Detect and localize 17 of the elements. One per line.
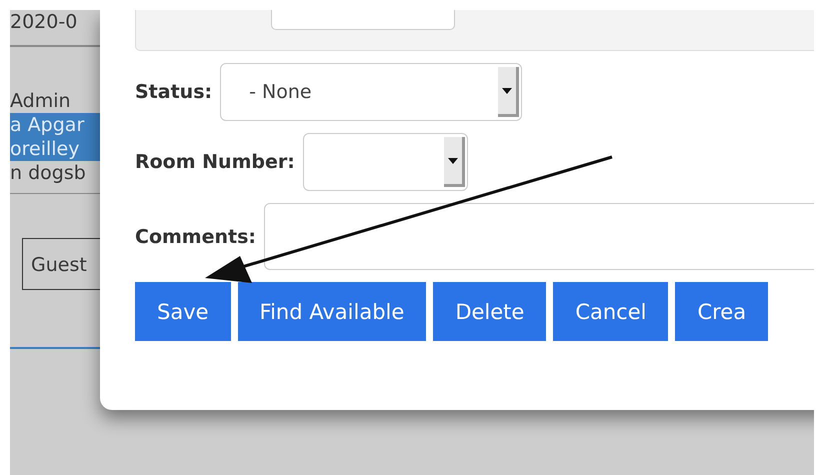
list-row[interactable]: a Apgar: [10, 113, 100, 137]
action-button[interactable]: Delete: [433, 282, 546, 341]
date-text: 2020-0: [10, 10, 78, 35]
input-field[interactable]: [271, 10, 455, 30]
action-button[interactable]: Cancel: [553, 282, 668, 341]
status-label: Status:: [135, 81, 212, 103]
list-row[interactable]: Admin: [10, 89, 100, 113]
room-number-select[interactable]: [302, 133, 468, 191]
comments-field[interactable]: [264, 203, 814, 270]
comments-label: Comments:: [135, 226, 256, 250]
list-row[interactable]: n dogsb: [10, 161, 100, 185]
action-button[interactable]: Find Available: [238, 282, 426, 341]
action-button[interactable]: Save: [135, 282, 231, 341]
status-select[interactable]: - None: [220, 63, 522, 121]
room-number-label: Room Number:: [135, 151, 295, 173]
action-button[interactable]: Crea: [675, 282, 768, 341]
list-row[interactable]: oreilley: [10, 137, 100, 161]
